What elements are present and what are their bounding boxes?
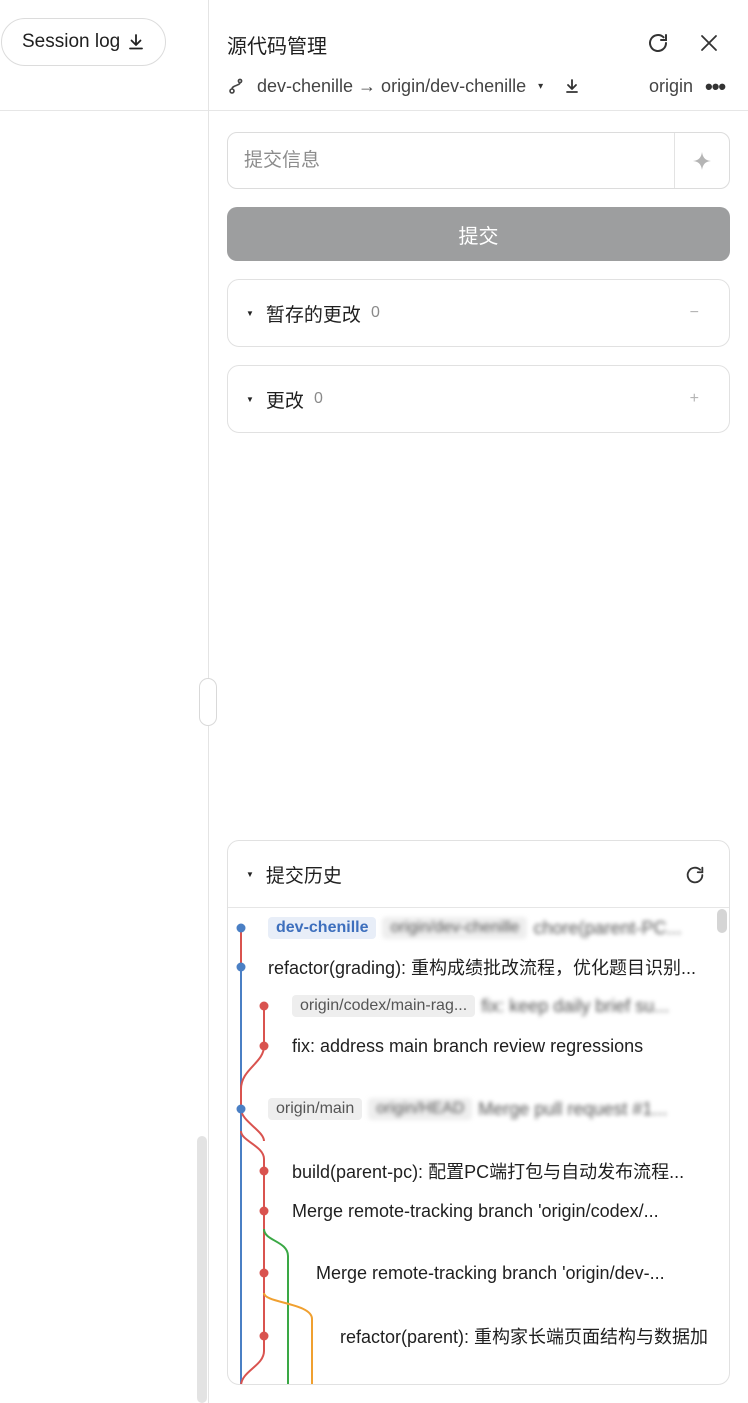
commit-node [259,1041,269,1051]
branch-name: dev-chenille → origin/dev-chenille [257,75,527,96]
commit-message: Merge remote-tracking branch 'origin/cod… [292,1200,659,1221]
remote-name[interactable]: origin [649,76,693,97]
staged-label: 暂存的更改 [265,304,361,326]
commit-row[interactable]: Merge remote-tracking branch 'origin/dev… [316,1258,708,1288]
history-scrollbar[interactable] [717,909,727,933]
ai-generate-button[interactable] [674,133,729,188]
commit-node [259,1268,269,1278]
staged-count: 0 [370,304,380,321]
commit-node [259,1206,269,1216]
unstage-all-button[interactable]: − [690,304,699,322]
commit-row[interactable]: dev-chenille origin/dev-chenille chore(p… [268,913,708,943]
commit-message: Merge pull request #1... [478,1098,668,1119]
stage-all-button[interactable]: + [690,390,699,408]
commit-node [259,1331,269,1341]
changes-section[interactable]: ▼ 更改 0 + [227,365,730,433]
commit-message: build(parent-pc): 配置PC端打包与自动发布流程... [292,1162,685,1182]
commit-row[interactable]: refactor(grading): 重构成绩批改流程，优化题目识别... [268,952,708,982]
resize-handle[interactable] [199,678,217,726]
commit-node [259,1166,269,1176]
fetch-icon[interactable] [563,77,581,95]
session-log-label: Session log [22,31,121,52]
branch-badge: origin/HEAD [368,1098,473,1120]
branch-selector[interactable]: dev-chenille → origin/dev-chenille ▾ ori… [227,72,737,100]
refresh-icon [686,866,704,884]
history-refresh-button[interactable] [680,860,710,890]
triangle-down-icon: ▼ [246,394,254,404]
staged-changes-section[interactable]: ▼ 暂存的更改 0 − [227,279,730,347]
commit-row[interactable]: Merge remote-tracking branch 'origin/cod… [292,1196,708,1226]
changes-count: 0 [313,390,323,407]
commit-node [236,1104,246,1114]
commit-message: fix: address main branch review regressi… [292,1035,644,1056]
commit-row[interactable]: origin/main origin/HEAD Merge pull reque… [268,1094,708,1124]
commit-history-panel: ▼ 提交历史 dev-chenille origin/dev-chenille … [227,840,730,1385]
changes-label: 更改 [265,390,304,412]
commit-message: fix: keep daily brief su... [481,995,670,1016]
commit-message-input[interactable] [229,134,675,187]
branch-badge: origin/main [268,1098,363,1120]
graph-line-green [263,1228,289,1384]
download-icon [129,34,144,50]
left-scrollbar[interactable] [197,1136,207,1403]
branch-badge: origin/dev-chenille [382,917,528,939]
commit-row[interactable]: origin/codex/main-rag... fix: keep daily… [292,991,708,1021]
commit-node [259,1001,269,1011]
commit-node [236,962,246,972]
refresh-icon [649,34,667,52]
commit-submit-button[interactable]: 提交 [227,207,730,261]
commit-message: refactor(grading): 重构成绩批改流程，优化题目识别... [268,958,697,978]
refresh-button[interactable] [643,28,673,58]
triangle-down-icon: ▼ [246,308,254,318]
commit-message: chore(parent-PC... [533,917,682,938]
commit-row[interactable]: refactor(parent): 重构家长端页面结构与数据加载... [340,1321,708,1351]
commit-message: refactor(parent): 重构家长端页面结构与数据加载... [340,1327,708,1347]
more-options-icon[interactable]: ••• [705,74,726,100]
header-divider [209,110,748,111]
close-icon [701,35,717,51]
graph-line-red-2 [240,1089,265,1142]
commit-row[interactable]: build(parent-pc): 配置PC端打包与自动发布流程... [292,1156,708,1186]
left-toolbar: Session log [0,0,208,111]
branch-badge: origin/codex/main-rag... [292,995,476,1017]
branch-badge: dev-chenille [268,917,377,939]
commit-message: Merge remote-tracking branch 'origin/dev… [316,1262,665,1283]
commit-row[interactable]: fix: address main branch review regressi… [292,1031,708,1061]
session-log-button[interactable]: Session log [1,18,166,66]
sparkle-icon [693,151,711,170]
close-button[interactable] [694,28,724,58]
branch-icon [229,78,243,94]
graph-line-red [240,928,265,1384]
commit-message-box [227,132,730,189]
commit-node [236,923,246,933]
panel-title: 源代码管理 [227,36,327,58]
caret-down-icon[interactable]: ▾ [538,81,543,92]
